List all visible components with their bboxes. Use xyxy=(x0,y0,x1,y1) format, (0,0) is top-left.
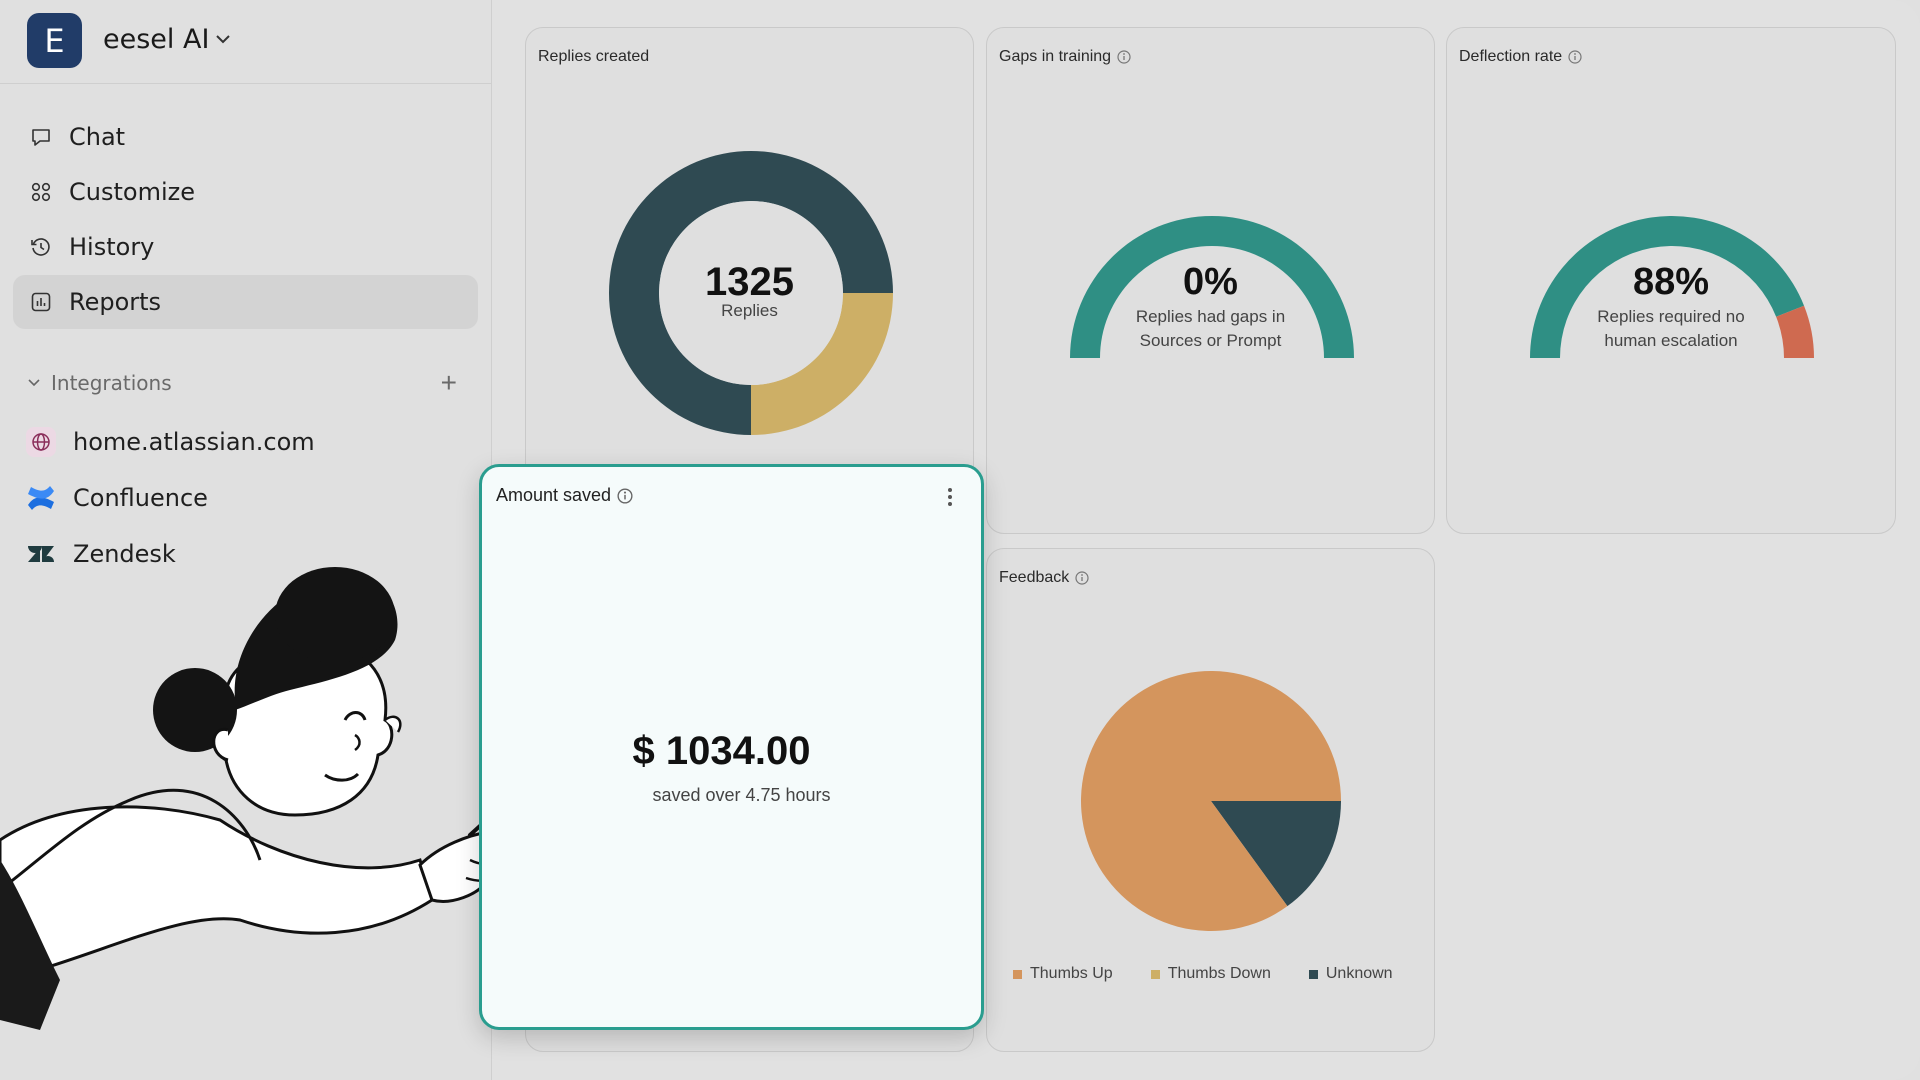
legend-item-thumbs-up[interactable]: Thumbs Up xyxy=(1013,965,1113,983)
amount-saved-value: $ 1034.00 xyxy=(632,729,811,773)
nav-item-history[interactable]: History xyxy=(13,220,478,274)
nav-item-customize[interactable]: Customize xyxy=(13,165,478,219)
gaps-in-training-card: Gaps in training 0% Replies had gaps in … xyxy=(986,27,1435,534)
card-title-text: Deflection rate xyxy=(1459,48,1563,65)
legend-label: Thumbs Down xyxy=(1167,965,1271,982)
reports-icon xyxy=(29,290,53,314)
card-title: Feedback xyxy=(999,569,1089,587)
integrations-header[interactable]: Integrations + xyxy=(27,365,457,401)
sidebar: E eesel AI Chat Customize History Report… xyxy=(0,0,538,1080)
nav-item-reports[interactable]: Reports xyxy=(13,275,478,329)
feedback-pie-chart xyxy=(1081,671,1341,931)
legend-swatch xyxy=(1308,969,1318,979)
legend-item-unknown[interactable]: Unknown xyxy=(1308,965,1393,983)
replies-unit: Replies xyxy=(721,301,778,320)
integration-item-confluence[interactable]: Confluence xyxy=(25,470,315,526)
info-icon[interactable] xyxy=(617,487,633,504)
info-icon[interactable] xyxy=(1568,50,1582,64)
info-icon[interactable] xyxy=(1075,571,1089,585)
card-title-text: Gaps in training xyxy=(999,48,1112,65)
nav-item-chat[interactable]: Chat xyxy=(13,110,478,164)
globe-icon xyxy=(25,426,57,458)
integration-item-atlassian[interactable]: home.atlassian.com xyxy=(25,414,315,470)
replies-value: 1325 xyxy=(705,260,794,304)
chevron-down-icon xyxy=(28,379,40,387)
integrations-list: home.atlassian.com Confluence Zendesk xyxy=(25,414,315,582)
legend-swatch xyxy=(1013,969,1022,979)
nav-item-label: Reports xyxy=(69,288,162,316)
legend-swatch xyxy=(1150,969,1160,979)
amount-saved-caption: saved over 4.75 hours xyxy=(652,785,831,805)
integration-label: Confluence xyxy=(73,484,208,512)
pointing-person-illustration xyxy=(0,567,538,1030)
legend-label: Thumbs Up xyxy=(1030,965,1113,982)
card-title: Amount saved xyxy=(496,485,633,506)
app-frame: E eesel AI Chat Customize History Report… xyxy=(0,0,1920,1080)
deflection-caption-2: human escalation xyxy=(1604,331,1738,350)
integration-label: home.atlassian.com xyxy=(73,428,315,456)
nav-item-label: Customize xyxy=(69,178,195,206)
legend-label: Unknown xyxy=(1325,965,1393,982)
gaps-value: 0% xyxy=(1183,261,1238,303)
history-icon xyxy=(29,235,53,259)
info-icon[interactable] xyxy=(1117,50,1131,64)
integrations-heading: Integrations xyxy=(51,371,172,395)
card-title: Deflection rate xyxy=(1459,48,1582,66)
legend-item-thumbs-down[interactable]: Thumbs Down xyxy=(1150,965,1271,983)
confluence-icon xyxy=(25,482,57,514)
gaps-caption-2: Sources or Prompt xyxy=(1139,331,1282,350)
grid-icon xyxy=(29,180,53,204)
deflection-caption-1: Replies required no xyxy=(1597,307,1745,326)
more-options-icon[interactable] xyxy=(947,487,953,512)
workspace-avatar: E xyxy=(27,13,82,68)
add-integration-button[interactable]: + xyxy=(441,367,457,399)
card-title: Gaps in training xyxy=(999,48,1131,66)
chat-bubble-icon xyxy=(29,125,53,149)
main-nav: Chat Customize History Reports xyxy=(13,110,478,330)
deflection-value: 88% xyxy=(1632,261,1710,303)
amount-saved-card[interactable]: Amount saved $ 1034.00 saved over 4.75 h… xyxy=(479,464,984,1030)
card-title: Replies created xyxy=(538,48,650,65)
workspace-name: eesel AI xyxy=(103,24,210,55)
workspace-switcher[interactable]: E eesel AI xyxy=(0,0,492,84)
card-title-text: Feedback xyxy=(999,569,1070,586)
feedback-card: Feedback Thumbs Up Thumbs Down Unknown xyxy=(986,548,1435,1052)
chevron-down-icon xyxy=(216,35,230,44)
gaps-caption-1: Replies had gaps in xyxy=(1135,307,1286,326)
nav-item-label: History xyxy=(69,233,155,261)
deflection-rate-card: Deflection rate 88% Replies required no … xyxy=(1446,27,1896,534)
card-title-text: Amount saved xyxy=(496,485,612,505)
nav-item-label: Chat xyxy=(69,123,126,151)
feedback-legend: Thumbs Up Thumbs Down Unknown xyxy=(1013,965,1431,983)
